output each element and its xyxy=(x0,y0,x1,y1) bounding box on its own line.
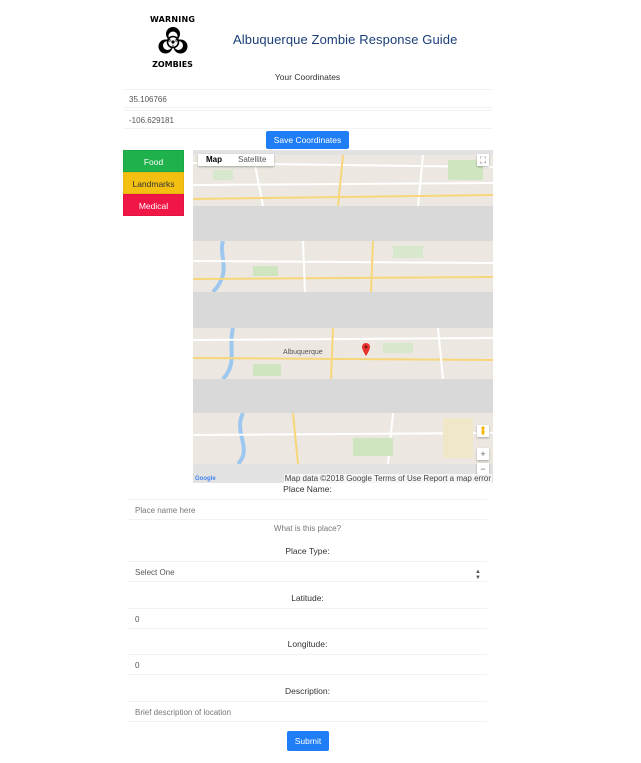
zoom-in-button[interactable]: + xyxy=(477,448,489,460)
map-tile: Albuquerque xyxy=(193,328,493,379)
map-type-control: Map Satellite xyxy=(198,154,275,166)
header: WARNING ZOMBIES Albuquerque Zombie Respo… xyxy=(150,15,480,71)
latitude-input[interactable]: 0 xyxy=(128,608,487,629)
biohazard-icon xyxy=(158,27,187,54)
save-coordinates-button[interactable]: Save Coordinates xyxy=(266,131,349,149)
logo-warning-text: WARNING xyxy=(150,15,196,24)
map-tile xyxy=(193,413,493,464)
longitude-readout: -106.629181 xyxy=(124,110,492,129)
page-title: Albuquerque Zombie Response Guide xyxy=(233,32,458,47)
category-medical-button[interactable]: Medical xyxy=(123,194,184,216)
map-attribution[interactable]: Map data ©2018 Google Terms of Use Repor… xyxy=(283,474,492,483)
coordinates-title: Your Coordinates xyxy=(274,72,341,82)
place-type-select[interactable]: Select One ▲ ▼ xyxy=(128,561,487,582)
map-tile xyxy=(193,241,493,292)
place-type-selected-value: Select One xyxy=(135,568,175,577)
google-logo: Google xyxy=(195,476,216,482)
map-view[interactable]: Albuquerque Map Satellite ⛶ + − Google M… xyxy=(193,150,493,483)
place-name-label: Place Name: xyxy=(283,484,332,494)
latitude-readout: 35.106766 xyxy=(124,89,492,108)
place-name-hint: What is this place? xyxy=(273,524,342,533)
place-name-input[interactable]: Place name here xyxy=(128,499,487,520)
category-food-button[interactable]: Food xyxy=(123,150,184,172)
longitude-label: Longitude: xyxy=(287,639,328,649)
description-label: Description: xyxy=(285,686,330,696)
chevron-updown-icon: ▲ ▼ xyxy=(475,569,481,581)
latitude-label: Latitude: xyxy=(291,593,324,603)
map-type-satellite-button[interactable]: Satellite xyxy=(230,154,274,166)
map-tile-gap xyxy=(193,206,493,241)
submit-button[interactable]: Submit xyxy=(287,731,329,751)
map-city-label: Albuquerque xyxy=(283,349,323,356)
map-tile-gap xyxy=(193,379,493,413)
map-type-map-button[interactable]: Map xyxy=(198,154,230,166)
longitude-input[interactable]: 0 xyxy=(128,654,487,675)
warning-zombies-logo: WARNING ZOMBIES xyxy=(150,15,195,69)
fullscreen-icon[interactable]: ⛶ xyxy=(477,154,489,166)
place-type-label: Place Type: xyxy=(285,546,330,556)
street-view-pegman-icon[interactable] xyxy=(477,425,489,437)
category-list: Food Landmarks Medical xyxy=(123,150,184,216)
category-landmarks-button[interactable]: Landmarks xyxy=(123,172,184,194)
logo-zombies-text: ZOMBIES xyxy=(152,60,193,69)
location-pin-icon[interactable] xyxy=(362,343,370,356)
map-tile-gap xyxy=(193,292,493,328)
description-input[interactable]: Brief description of location xyxy=(128,701,487,722)
